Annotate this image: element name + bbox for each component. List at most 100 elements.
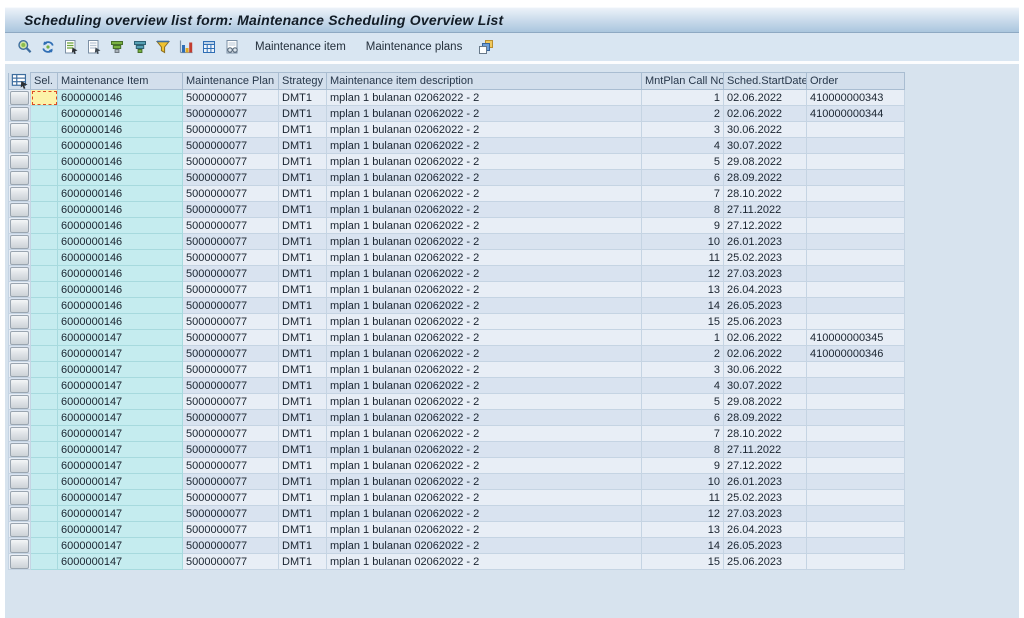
cell-strategy[interactable]: DMT1 xyxy=(279,426,327,442)
cell-plan[interactable]: 5000000077 xyxy=(183,250,279,266)
cell-item[interactable]: 6000000147 xyxy=(58,378,183,394)
cell-sel[interactable] xyxy=(31,122,58,138)
cell-order[interactable]: 410000000344 xyxy=(807,106,905,122)
cell-strategy[interactable]: DMT1 xyxy=(279,378,327,394)
cell-order[interactable] xyxy=(807,298,905,314)
cell-strategy[interactable]: DMT1 xyxy=(279,522,327,538)
cell-call[interactable]: 7 xyxy=(642,426,724,442)
cell-strategy[interactable]: DMT1 xyxy=(279,298,327,314)
cell-plan[interactable]: 5000000077 xyxy=(183,90,279,106)
cell-plan[interactable]: 5000000077 xyxy=(183,186,279,202)
cell-plan[interactable]: 5000000077 xyxy=(183,170,279,186)
cell-plan[interactable]: 5000000077 xyxy=(183,298,279,314)
cell-order[interactable] xyxy=(807,186,905,202)
row-select-button[interactable] xyxy=(10,219,29,233)
filter-icon[interactable] xyxy=(154,39,171,56)
cell-strategy[interactable]: DMT1 xyxy=(279,538,327,554)
cell-plan[interactable]: 5000000077 xyxy=(183,362,279,378)
choose-views-icon[interactable] xyxy=(477,39,494,56)
cell-start_date[interactable]: 30.06.2022 xyxy=(724,122,807,138)
sort-ascending-icon[interactable] xyxy=(108,39,125,56)
cell-item[interactable]: 6000000146 xyxy=(58,250,183,266)
cell-item[interactable]: 6000000146 xyxy=(58,282,183,298)
cell-call[interactable]: 4 xyxy=(642,378,724,394)
cell-item[interactable]: 6000000146 xyxy=(58,314,183,330)
graphic-icon[interactable] xyxy=(177,39,194,56)
cell-sel[interactable] xyxy=(31,170,58,186)
row-select-button[interactable] xyxy=(10,203,29,217)
cell-strategy[interactable]: DMT1 xyxy=(279,106,327,122)
row-select-button[interactable] xyxy=(10,315,29,329)
row-select-button[interactable] xyxy=(10,459,29,473)
cell-call[interactable]: 8 xyxy=(642,442,724,458)
cell-strategy[interactable]: DMT1 xyxy=(279,122,327,138)
cell-strategy[interactable]: DMT1 xyxy=(279,186,327,202)
cell-strategy[interactable]: DMT1 xyxy=(279,218,327,234)
cell-sel[interactable] xyxy=(31,378,58,394)
cell-description[interactable]: mplan 1 bulanan 02062022 - 2 xyxy=(327,138,642,154)
row-select-button[interactable] xyxy=(10,235,29,249)
cell-order[interactable] xyxy=(807,490,905,506)
cell-call[interactable]: 9 xyxy=(642,458,724,474)
cell-start_date[interactable]: 28.09.2022 xyxy=(724,410,807,426)
row-select-button[interactable] xyxy=(10,107,29,121)
cell-order[interactable]: 410000000345 xyxy=(807,330,905,346)
cell-start_date[interactable]: 27.12.2022 xyxy=(724,458,807,474)
row-select-button[interactable] xyxy=(10,395,29,409)
cell-order[interactable] xyxy=(807,538,905,554)
select-all-header[interactable] xyxy=(9,73,31,90)
cell-order[interactable] xyxy=(807,138,905,154)
cell-start_date[interactable]: 28.10.2022 xyxy=(724,186,807,202)
cell-order[interactable] xyxy=(807,282,905,298)
cell-call[interactable]: 6 xyxy=(642,410,724,426)
cell-item[interactable]: 6000000147 xyxy=(58,554,183,570)
cell-strategy[interactable]: DMT1 xyxy=(279,554,327,570)
cell-description[interactable]: mplan 1 bulanan 02062022 - 2 xyxy=(327,458,642,474)
cell-strategy[interactable]: DMT1 xyxy=(279,346,327,362)
cell-call[interactable]: 3 xyxy=(642,122,724,138)
cell-strategy[interactable]: DMT1 xyxy=(279,490,327,506)
row-select-button[interactable] xyxy=(10,507,29,521)
cell-strategy[interactable]: DMT1 xyxy=(279,474,327,490)
cell-item[interactable]: 6000000147 xyxy=(58,538,183,554)
row-select-button[interactable] xyxy=(10,555,29,569)
cell-description[interactable]: mplan 1 bulanan 02062022 - 2 xyxy=(327,186,642,202)
cell-sel[interactable] xyxy=(31,474,58,490)
cell-start_date[interactable]: 26.05.2023 xyxy=(724,298,807,314)
cell-order[interactable] xyxy=(807,458,905,474)
sort-descending-icon[interactable] xyxy=(131,39,148,56)
cell-description[interactable]: mplan 1 bulanan 02062022 - 2 xyxy=(327,298,642,314)
row-select-button[interactable] xyxy=(10,443,29,457)
cell-call[interactable]: 1 xyxy=(642,330,724,346)
cell-strategy[interactable]: DMT1 xyxy=(279,362,327,378)
cell-start_date[interactable]: 29.08.2022 xyxy=(724,154,807,170)
cell-start_date[interactable]: 30.06.2022 xyxy=(724,362,807,378)
cell-sel[interactable] xyxy=(31,506,58,522)
cell-order[interactable] xyxy=(807,426,905,442)
cell-plan[interactable]: 5000000077 xyxy=(183,266,279,282)
cell-description[interactable]: mplan 1 bulanan 02062022 - 2 xyxy=(327,90,642,106)
row-select-button[interactable] xyxy=(10,283,29,297)
cell-call[interactable]: 14 xyxy=(642,298,724,314)
cell-plan[interactable]: 5000000077 xyxy=(183,330,279,346)
cell-sel[interactable] xyxy=(31,410,58,426)
cell-item[interactable]: 6000000147 xyxy=(58,426,183,442)
cell-start_date[interactable]: 28.10.2022 xyxy=(724,426,807,442)
cell-sel[interactable] xyxy=(31,346,58,362)
cell-call[interactable]: 3 xyxy=(642,362,724,378)
cell-item[interactable]: 6000000147 xyxy=(58,394,183,410)
cell-plan[interactable]: 5000000077 xyxy=(183,490,279,506)
cell-plan[interactable]: 5000000077 xyxy=(183,378,279,394)
cell-plan[interactable]: 5000000077 xyxy=(183,202,279,218)
row-select-button[interactable] xyxy=(10,411,29,425)
cell-plan[interactable]: 5000000077 xyxy=(183,106,279,122)
cell-call[interactable]: 9 xyxy=(642,218,724,234)
col-header-order[interactable]: Order xyxy=(807,73,905,90)
col-header-description[interactable]: Maintenance item description xyxy=(327,73,642,90)
cell-order[interactable] xyxy=(807,202,905,218)
cell-sel[interactable] xyxy=(31,186,58,202)
cell-plan[interactable]: 5000000077 xyxy=(183,426,279,442)
cell-plan[interactable]: 5000000077 xyxy=(183,154,279,170)
cell-sel[interactable] xyxy=(31,538,58,554)
row-select-button[interactable] xyxy=(10,187,29,201)
